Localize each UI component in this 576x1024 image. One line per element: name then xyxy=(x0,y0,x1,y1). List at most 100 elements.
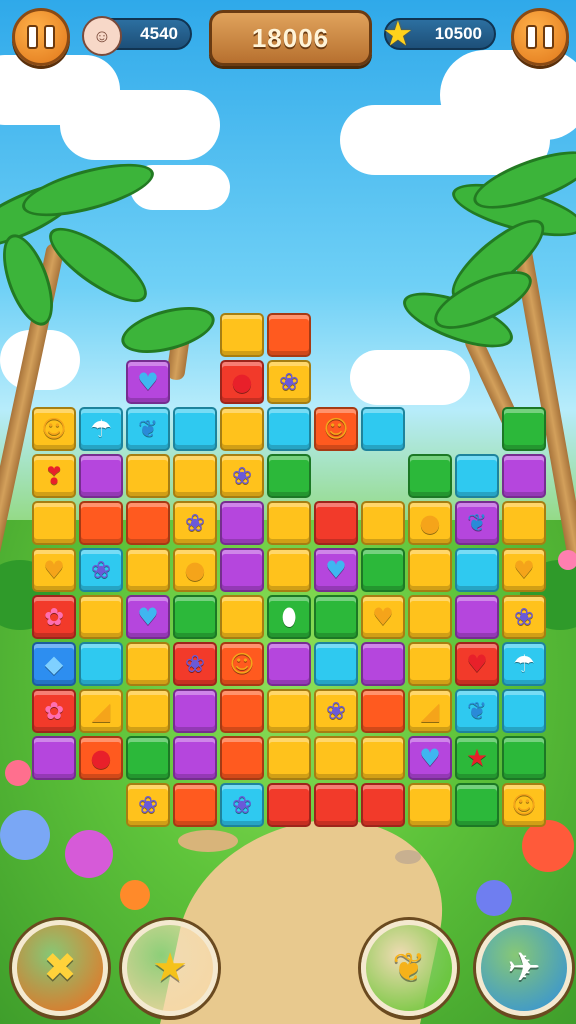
board-tile-yellow[interactable] xyxy=(361,736,405,780)
board-tile-orange[interactable] xyxy=(267,313,311,357)
board-tile-green[interactable] xyxy=(173,595,217,639)
board-tile-green[interactable] xyxy=(455,783,499,827)
board-tile-cyan[interactable]: ☂ xyxy=(79,407,123,451)
board-tile-green[interactable] xyxy=(126,736,170,780)
board-tile-cyan[interactable] xyxy=(79,642,123,686)
board-tile-green[interactable] xyxy=(408,454,452,498)
board-tile-purple[interactable]: ♥ xyxy=(408,736,452,780)
board-tile-yellow[interactable] xyxy=(32,501,76,545)
board-tile-yellow[interactable] xyxy=(408,642,452,686)
board-tile-green[interactable] xyxy=(361,548,405,592)
board-tile-yellow[interactable] xyxy=(126,548,170,592)
board-tile-orange[interactable] xyxy=(361,689,405,733)
board-tile-purple[interactable] xyxy=(502,454,546,498)
board-tile-yellow[interactable]: ❀ xyxy=(173,501,217,545)
board-tile-yellow[interactable]: ◢ xyxy=(79,689,123,733)
board-tile-purple[interactable] xyxy=(220,548,264,592)
board-tile-yellow[interactable]: ☺ xyxy=(502,783,546,827)
board-tile-green[interactable] xyxy=(502,407,546,451)
board-tile-cyan[interactable]: ❦ xyxy=(455,689,499,733)
board-tile-cyan[interactable] xyxy=(314,642,358,686)
board-tile-purple[interactable]: ♥ xyxy=(126,595,170,639)
board-tile-yellow[interactable]: ❣ xyxy=(32,454,76,498)
board-tile-yellow[interactable] xyxy=(502,501,546,545)
board-tile-orange[interactable]: ● xyxy=(79,736,123,780)
board-tile-purple[interactable] xyxy=(361,642,405,686)
shuffle-booster-button[interactable]: ✖ xyxy=(12,920,108,1016)
board-tile-yellow[interactable] xyxy=(220,595,264,639)
board-tile-red[interactable]: ✿ xyxy=(32,689,76,733)
board-tile-yellow[interactable]: ❀ xyxy=(502,595,546,639)
board-tile-purple[interactable] xyxy=(173,736,217,780)
board-tile-yellow[interactable] xyxy=(173,454,217,498)
board-tile-yellow[interactable] xyxy=(408,548,452,592)
board-tile-purple[interactable] xyxy=(455,595,499,639)
board-tile-yellow[interactable] xyxy=(267,689,311,733)
board-tile-cyan[interactable] xyxy=(361,407,405,451)
board-tile-yellow[interactable] xyxy=(267,501,311,545)
board-tile-orange[interactable] xyxy=(220,736,264,780)
board-tile-yellow[interactable]: ♥ xyxy=(502,548,546,592)
board-tile-yellow[interactable]: ♥ xyxy=(32,548,76,592)
board-tile-yellow[interactable]: ❀ xyxy=(220,454,264,498)
board-tile-blue[interactable]: ◆ xyxy=(32,642,76,686)
bird-booster-button[interactable]: ❦ xyxy=(361,920,457,1016)
board-tile-cyan[interactable] xyxy=(267,407,311,451)
board-tile-cyan[interactable]: ❀ xyxy=(79,548,123,592)
board-tile-yellow[interactable] xyxy=(267,548,311,592)
board-tile-green[interactable] xyxy=(267,454,311,498)
board-tile-cyan[interactable] xyxy=(455,548,499,592)
board-tile-orange[interactable] xyxy=(220,689,264,733)
board-tile-red[interactable] xyxy=(314,783,358,827)
board-tile-yellow[interactable]: ❀ xyxy=(267,360,311,404)
board-tile-red[interactable]: ♥ xyxy=(455,642,499,686)
board-tile-purple[interactable] xyxy=(32,736,76,780)
board-tile-yellow[interactable]: ☺ xyxy=(32,407,76,451)
board-tile-cyan[interactable]: ❦ xyxy=(126,407,170,451)
board-tile-cyan[interactable] xyxy=(455,454,499,498)
board-tile-green[interactable] xyxy=(502,736,546,780)
board-tile-orange[interactable]: ☺ xyxy=(220,642,264,686)
board-tile-red[interactable] xyxy=(267,783,311,827)
board-tile-purple[interactable] xyxy=(79,454,123,498)
board-tile-yellow[interactable] xyxy=(361,501,405,545)
board-tile-cyan[interactable]: ☂ xyxy=(502,642,546,686)
board-tile-purple[interactable]: ❦ xyxy=(455,501,499,545)
board-tile-orange[interactable]: ☺ xyxy=(314,407,358,451)
star-booster-button[interactable]: ★ xyxy=(122,920,218,1016)
board-tile-cyan[interactable] xyxy=(502,689,546,733)
board-tile-purple[interactable] xyxy=(173,689,217,733)
board-tile-yellow[interactable] xyxy=(126,642,170,686)
board-tile-purple[interactable]: ♥ xyxy=(314,548,358,592)
board-tile-yellow[interactable]: ♥ xyxy=(361,595,405,639)
board-tile-red[interactable] xyxy=(361,783,405,827)
board-tile-yellow[interactable]: ❀ xyxy=(314,689,358,733)
board-tile-orange[interactable] xyxy=(79,501,123,545)
board-tile-cyan[interactable]: ❀ xyxy=(220,783,264,827)
board-tile-red[interactable]: ❀ xyxy=(173,642,217,686)
board-tile-yellow[interactable] xyxy=(314,736,358,780)
board-tile-orange[interactable] xyxy=(173,783,217,827)
board-tile-red[interactable]: ● xyxy=(220,360,264,404)
board-tile-yellow[interactable]: ◢ xyxy=(408,689,452,733)
board-tile-yellow[interactable] xyxy=(220,407,264,451)
board-tile-purple[interactable] xyxy=(220,501,264,545)
board-tile-yellow[interactable] xyxy=(220,313,264,357)
board-tile-green[interactable]: ★ xyxy=(455,736,499,780)
board-tile-yellow[interactable] xyxy=(79,595,123,639)
board-tile-red[interactable] xyxy=(314,501,358,545)
board-tile-yellow[interactable] xyxy=(408,783,452,827)
board-tile-purple[interactable] xyxy=(267,642,311,686)
board-tile-red[interactable]: ✿ xyxy=(32,595,76,639)
board-tile-yellow[interactable]: ❀ xyxy=(126,783,170,827)
board-tile-purple[interactable]: ♥ xyxy=(126,360,170,404)
board-tile-yellow[interactable] xyxy=(408,595,452,639)
board-tile-yellow[interactable]: ● xyxy=(173,548,217,592)
board-tile-yellow[interactable] xyxy=(126,689,170,733)
board-tile-yellow[interactable] xyxy=(126,454,170,498)
board-tile-yellow[interactable]: ● xyxy=(408,501,452,545)
board-tile-yellow[interactable] xyxy=(267,736,311,780)
board-tile-green[interactable]: ⬮ xyxy=(267,595,311,639)
board-tile-orange[interactable] xyxy=(126,501,170,545)
board-tile-green[interactable] xyxy=(314,595,358,639)
